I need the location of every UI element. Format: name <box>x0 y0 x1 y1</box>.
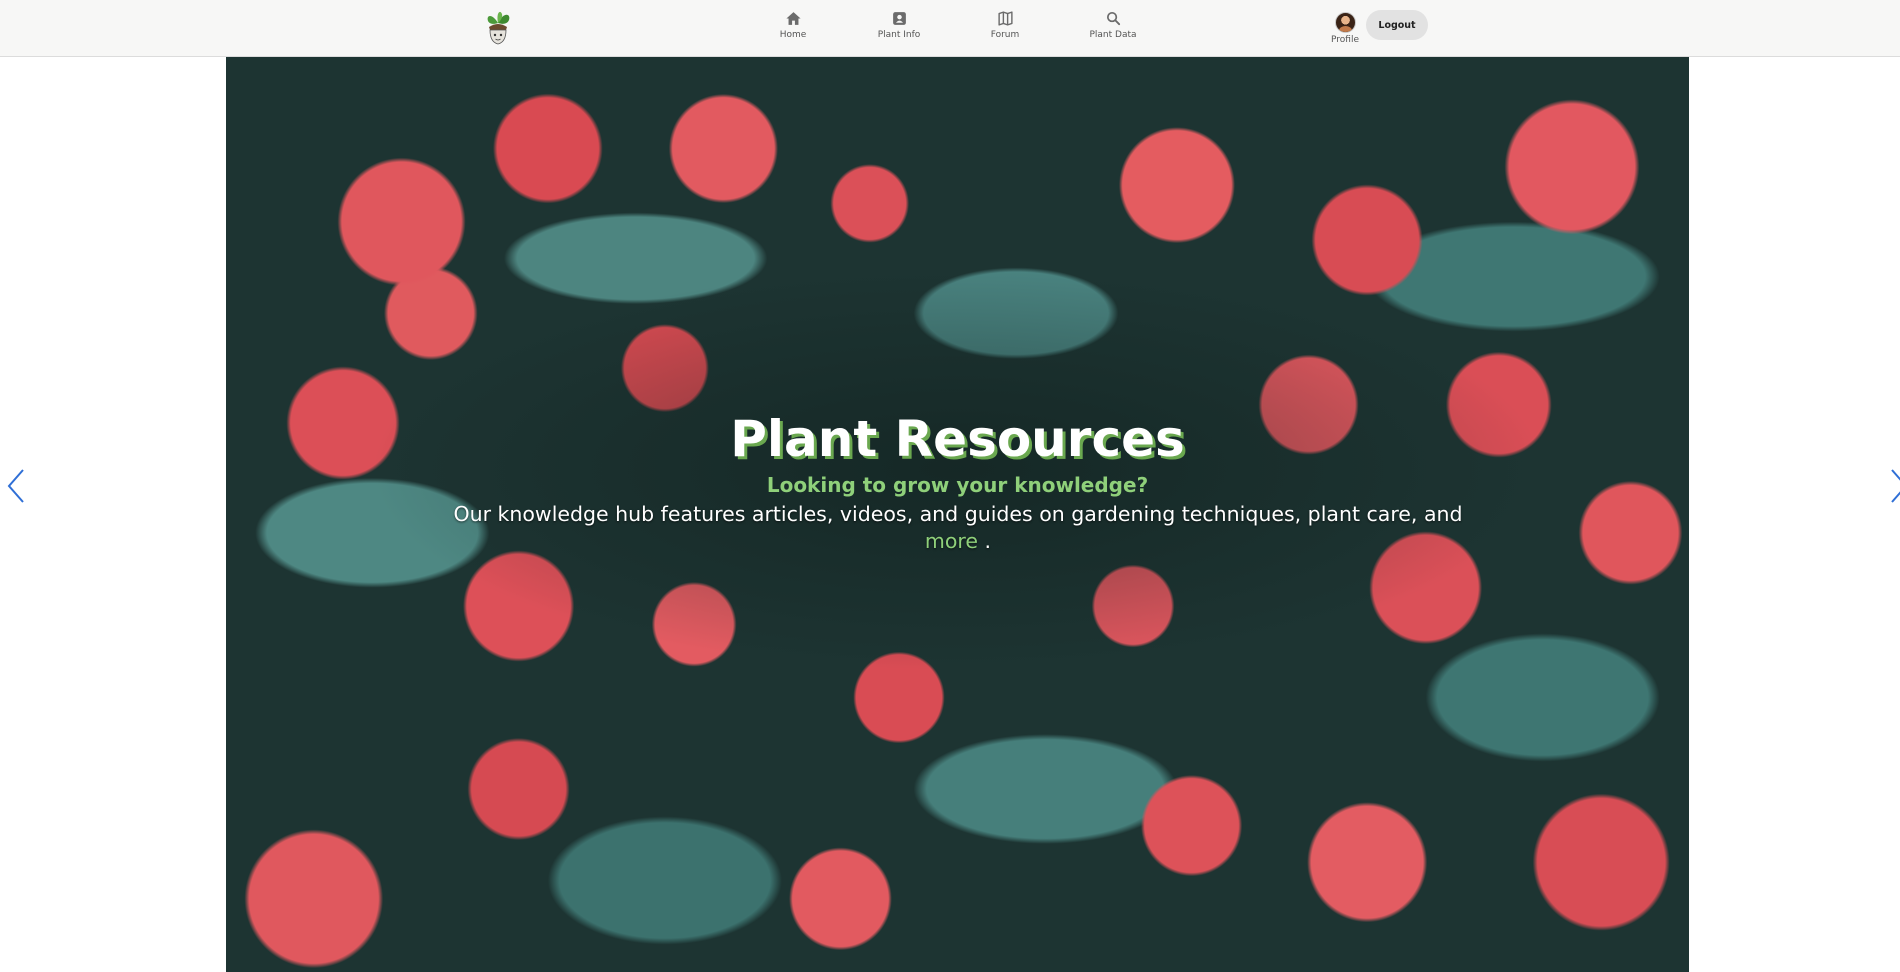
nav-plant-info-label: Plant Info <box>877 30 921 40</box>
nav-forum[interactable]: Forum <box>960 10 1050 46</box>
hero-banner-image: Plant Resources Looking to grow your kno… <box>226 57 1689 972</box>
map-icon <box>997 11 1013 26</box>
nav-plant-data-label: Plant Data <box>1089 30 1137 40</box>
top-navbar: Home Plant Info Forum Plant Data Profile… <box>0 0 1900 57</box>
acorn-plant-logo[interactable] <box>482 7 514 47</box>
nav-plant-info[interactable]: Plant Info <box>854 10 944 46</box>
avatar <box>1334 12 1356 33</box>
hero-subtitle: Looking to grow your knowledge? <box>766 473 1149 497</box>
nav-home[interactable]: Home <box>748 10 838 46</box>
chevron-right-icon <box>1891 469 1900 503</box>
chevron-left-icon <box>7 469 24 503</box>
home-icon <box>785 12 801 25</box>
hero-description: Our knowledge hub features articles, vid… <box>452 501 1464 555</box>
profile-label: Profile <box>1331 35 1359 45</box>
hero-description-text: Our knowledge hub features articles, vid… <box>453 502 1463 526</box>
profile-link[interactable]: Profile <box>1327 12 1363 46</box>
search-icon <box>1106 11 1120 26</box>
hero-description-end: . <box>984 529 992 553</box>
nav-home-label: Home <box>779 30 807 40</box>
carousel-next-button[interactable] <box>1888 468 1900 504</box>
more-link[interactable]: more <box>925 529 978 553</box>
plant-info-icon <box>892 12 906 25</box>
logout-button[interactable]: Logout <box>1366 10 1428 40</box>
nav-forum-label: Forum <box>990 30 1020 40</box>
carousel-prev-button[interactable] <box>5 468 27 504</box>
nav-plant-data[interactable]: Plant Data <box>1068 10 1158 46</box>
hero-title: Plant Resources <box>730 410 1185 468</box>
